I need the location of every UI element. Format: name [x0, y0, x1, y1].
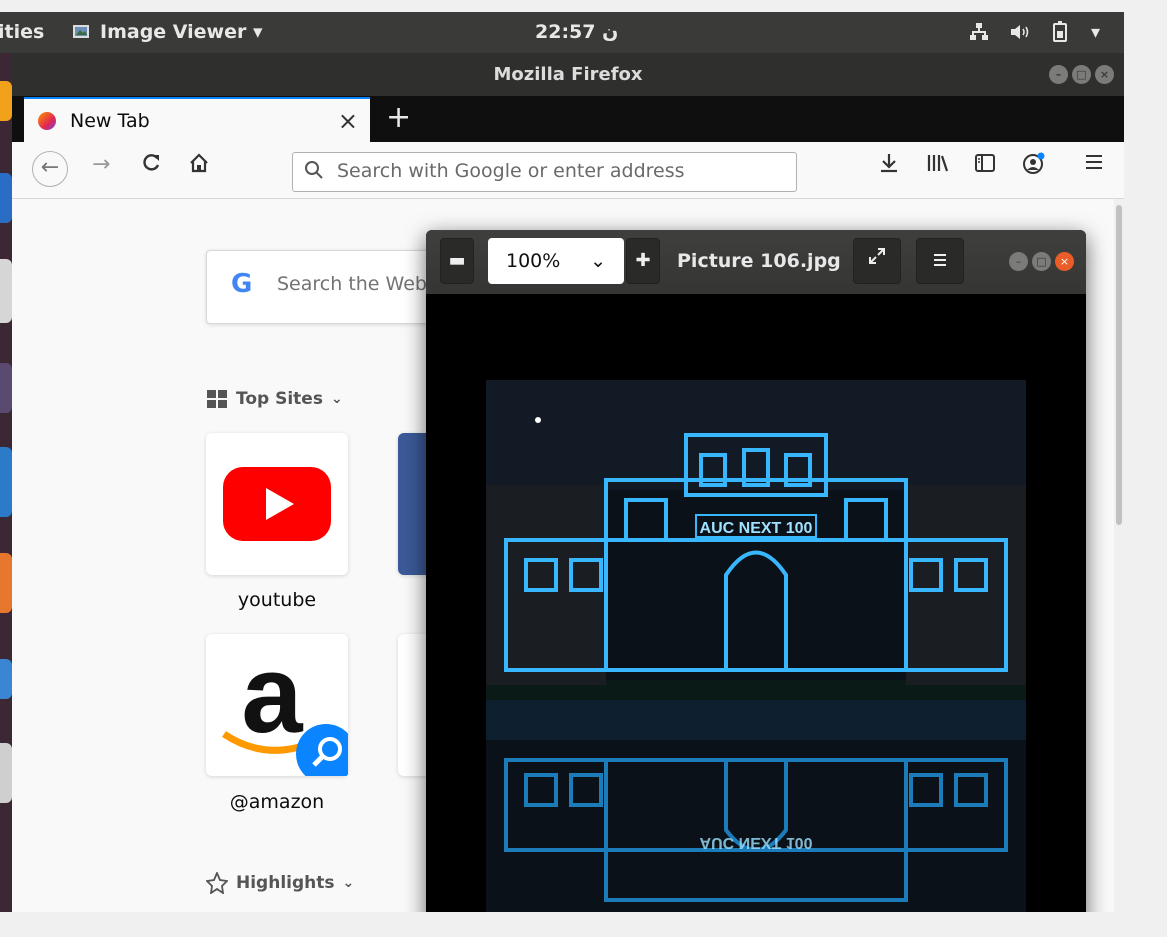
firefox-window-title: Mozilla Firefox [493, 64, 643, 85]
network-icon [969, 23, 988, 40]
highlights-header[interactable]: Highlights ⌄ [206, 872, 354, 894]
desktop-screen: ities Image Viewer ▾ 22:57 ن ▾ Mozilla F… [0, 12, 1124, 912]
home-icon [190, 153, 208, 173]
library-button[interactable] [926, 152, 950, 180]
forward-button[interactable]: → [92, 152, 110, 177]
highlights-label: Highlights [236, 873, 335, 893]
photo-caption-reflection: AUC NEXT 100 [700, 834, 813, 851]
activities-button[interactable]: ities [0, 21, 44, 43]
zoom-level-value: 100% [506, 250, 561, 272]
top-sites-header[interactable]: Top Sites ⌄ [206, 389, 343, 409]
reload-button[interactable] [140, 152, 162, 180]
top-site-tile-amazon[interactable]: a [206, 633, 356, 784]
app-menu-label: Image Viewer ▾ [100, 21, 263, 43]
nav-toolbar: ← → [12, 142, 1124, 199]
files-dock-icon[interactable] [0, 259, 12, 323]
close-button[interactable]: × [1055, 252, 1074, 271]
viewer-menu-button[interactable] [916, 238, 964, 284]
firefox-dock-icon[interactable] [0, 81, 12, 121]
maximize-button[interactable]: □ [1072, 65, 1091, 84]
system-menu-arrow: ▾ [1090, 21, 1100, 43]
top-sites-label: Top Sites [236, 389, 323, 409]
tab-bar: New Tab × + [12, 96, 1124, 142]
chevron-down-icon: ⌄ [330, 391, 343, 407]
chevron-down-icon: ⌄ [342, 875, 355, 891]
tab-close-icon[interactable]: × [338, 107, 358, 135]
image-viewer-icon [73, 25, 89, 38]
page-scrollbar[interactable] [1114, 199, 1124, 912]
download-icon [881, 154, 897, 173]
minimize-button[interactable]: – [1049, 65, 1068, 84]
close-button[interactable]: × [1095, 65, 1114, 84]
firefox-favicon-icon [38, 112, 56, 130]
highlights-icon [206, 872, 228, 894]
zoom-level-dropdown[interactable]: 100% ⌄ [488, 238, 624, 284]
new-tab-button[interactable]: + [386, 100, 411, 135]
home-button[interactable] [188, 152, 210, 180]
hamburger-icon [1086, 155, 1102, 169]
viewer-window-controls: – □ × [1009, 252, 1074, 271]
tab-new-tab[interactable]: New Tab × [24, 97, 370, 142]
zoom-out-button[interactable]: ▬ [440, 238, 474, 284]
url-bar[interactable] [292, 152, 797, 192]
clock[interactable]: 22:57 ن [535, 21, 618, 43]
library-icon [927, 155, 949, 172]
grid-icon [207, 390, 227, 408]
firefox-titlebar[interactable]: Mozilla Firefox – □ × [12, 53, 1124, 96]
image-viewer-window: ▬ 100% ⌄ ✚ Picture 106.jpg – □ × AUC NEX… [426, 230, 1086, 912]
account-icon [1023, 152, 1045, 174]
help-dock-icon[interactable] [0, 659, 12, 699]
top-bar: ities Image Viewer ▾ 22:57 ن ▾ [0, 12, 1124, 53]
chevron-down-icon: ⌄ [590, 250, 606, 272]
account-button[interactable] [1022, 152, 1046, 182]
web-search-placeholder: Search the Web [277, 273, 427, 295]
trash-dock-icon[interactable] [0, 743, 12, 803]
software-dock-icon[interactable] [0, 553, 12, 613]
rhythmbox-dock-icon[interactable] [0, 363, 12, 413]
google-logo-icon: G [231, 269, 253, 299]
system-tray[interactable]: ▾ [969, 21, 1100, 43]
amazon-logo-icon: a [222, 633, 356, 784]
back-button[interactable]: ← [32, 151, 68, 187]
sidebar-icon [975, 154, 995, 172]
menu-button[interactable] [1084, 152, 1104, 178]
maximize-button[interactable]: □ [1032, 252, 1051, 271]
hamburger-icon [934, 254, 946, 266]
volume-icon [1010, 25, 1029, 39]
displayed-photo: AUC NEXT 100 AUC NEXT 100 [486, 380, 1026, 912]
svg-text:a: a [241, 634, 303, 756]
fullscreen-button[interactable] [853, 238, 901, 284]
app-menu[interactable]: Image Viewer ▾ [72, 21, 263, 43]
image-viewer-headerbar[interactable]: ▬ 100% ⌄ ✚ Picture 106.jpg – □ × [426, 230, 1086, 294]
url-input[interactable] [335, 159, 779, 183]
writer-dock-icon[interactable] [0, 447, 12, 517]
top-site-label: @amazon [229, 791, 325, 813]
image-file-title: Picture 106.jpg [677, 250, 841, 272]
top-site-tile-youtube[interactable] [206, 433, 348, 575]
minimize-button[interactable]: – [1009, 252, 1028, 271]
fullscreen-icon [869, 248, 885, 264]
firefox-window-controls: – □ × [1049, 65, 1114, 84]
thunderbird-dock-icon[interactable] [0, 173, 12, 223]
zoom-in-button[interactable]: ✚ [626, 238, 660, 284]
sidebar-button[interactable] [974, 152, 996, 180]
reload-icon [143, 154, 160, 171]
downloads-button[interactable] [878, 152, 900, 180]
top-site-label: youtube [237, 589, 317, 611]
youtube-logo-icon [223, 467, 331, 541]
battery-icon [1052, 21, 1067, 42]
search-icon [304, 160, 324, 185]
scrollbar-thumb[interactable] [1116, 205, 1122, 525]
dock [0, 53, 12, 912]
tab-title: New Tab [70, 110, 150, 132]
photo-caption: AUC NEXT 100 [700, 520, 813, 537]
